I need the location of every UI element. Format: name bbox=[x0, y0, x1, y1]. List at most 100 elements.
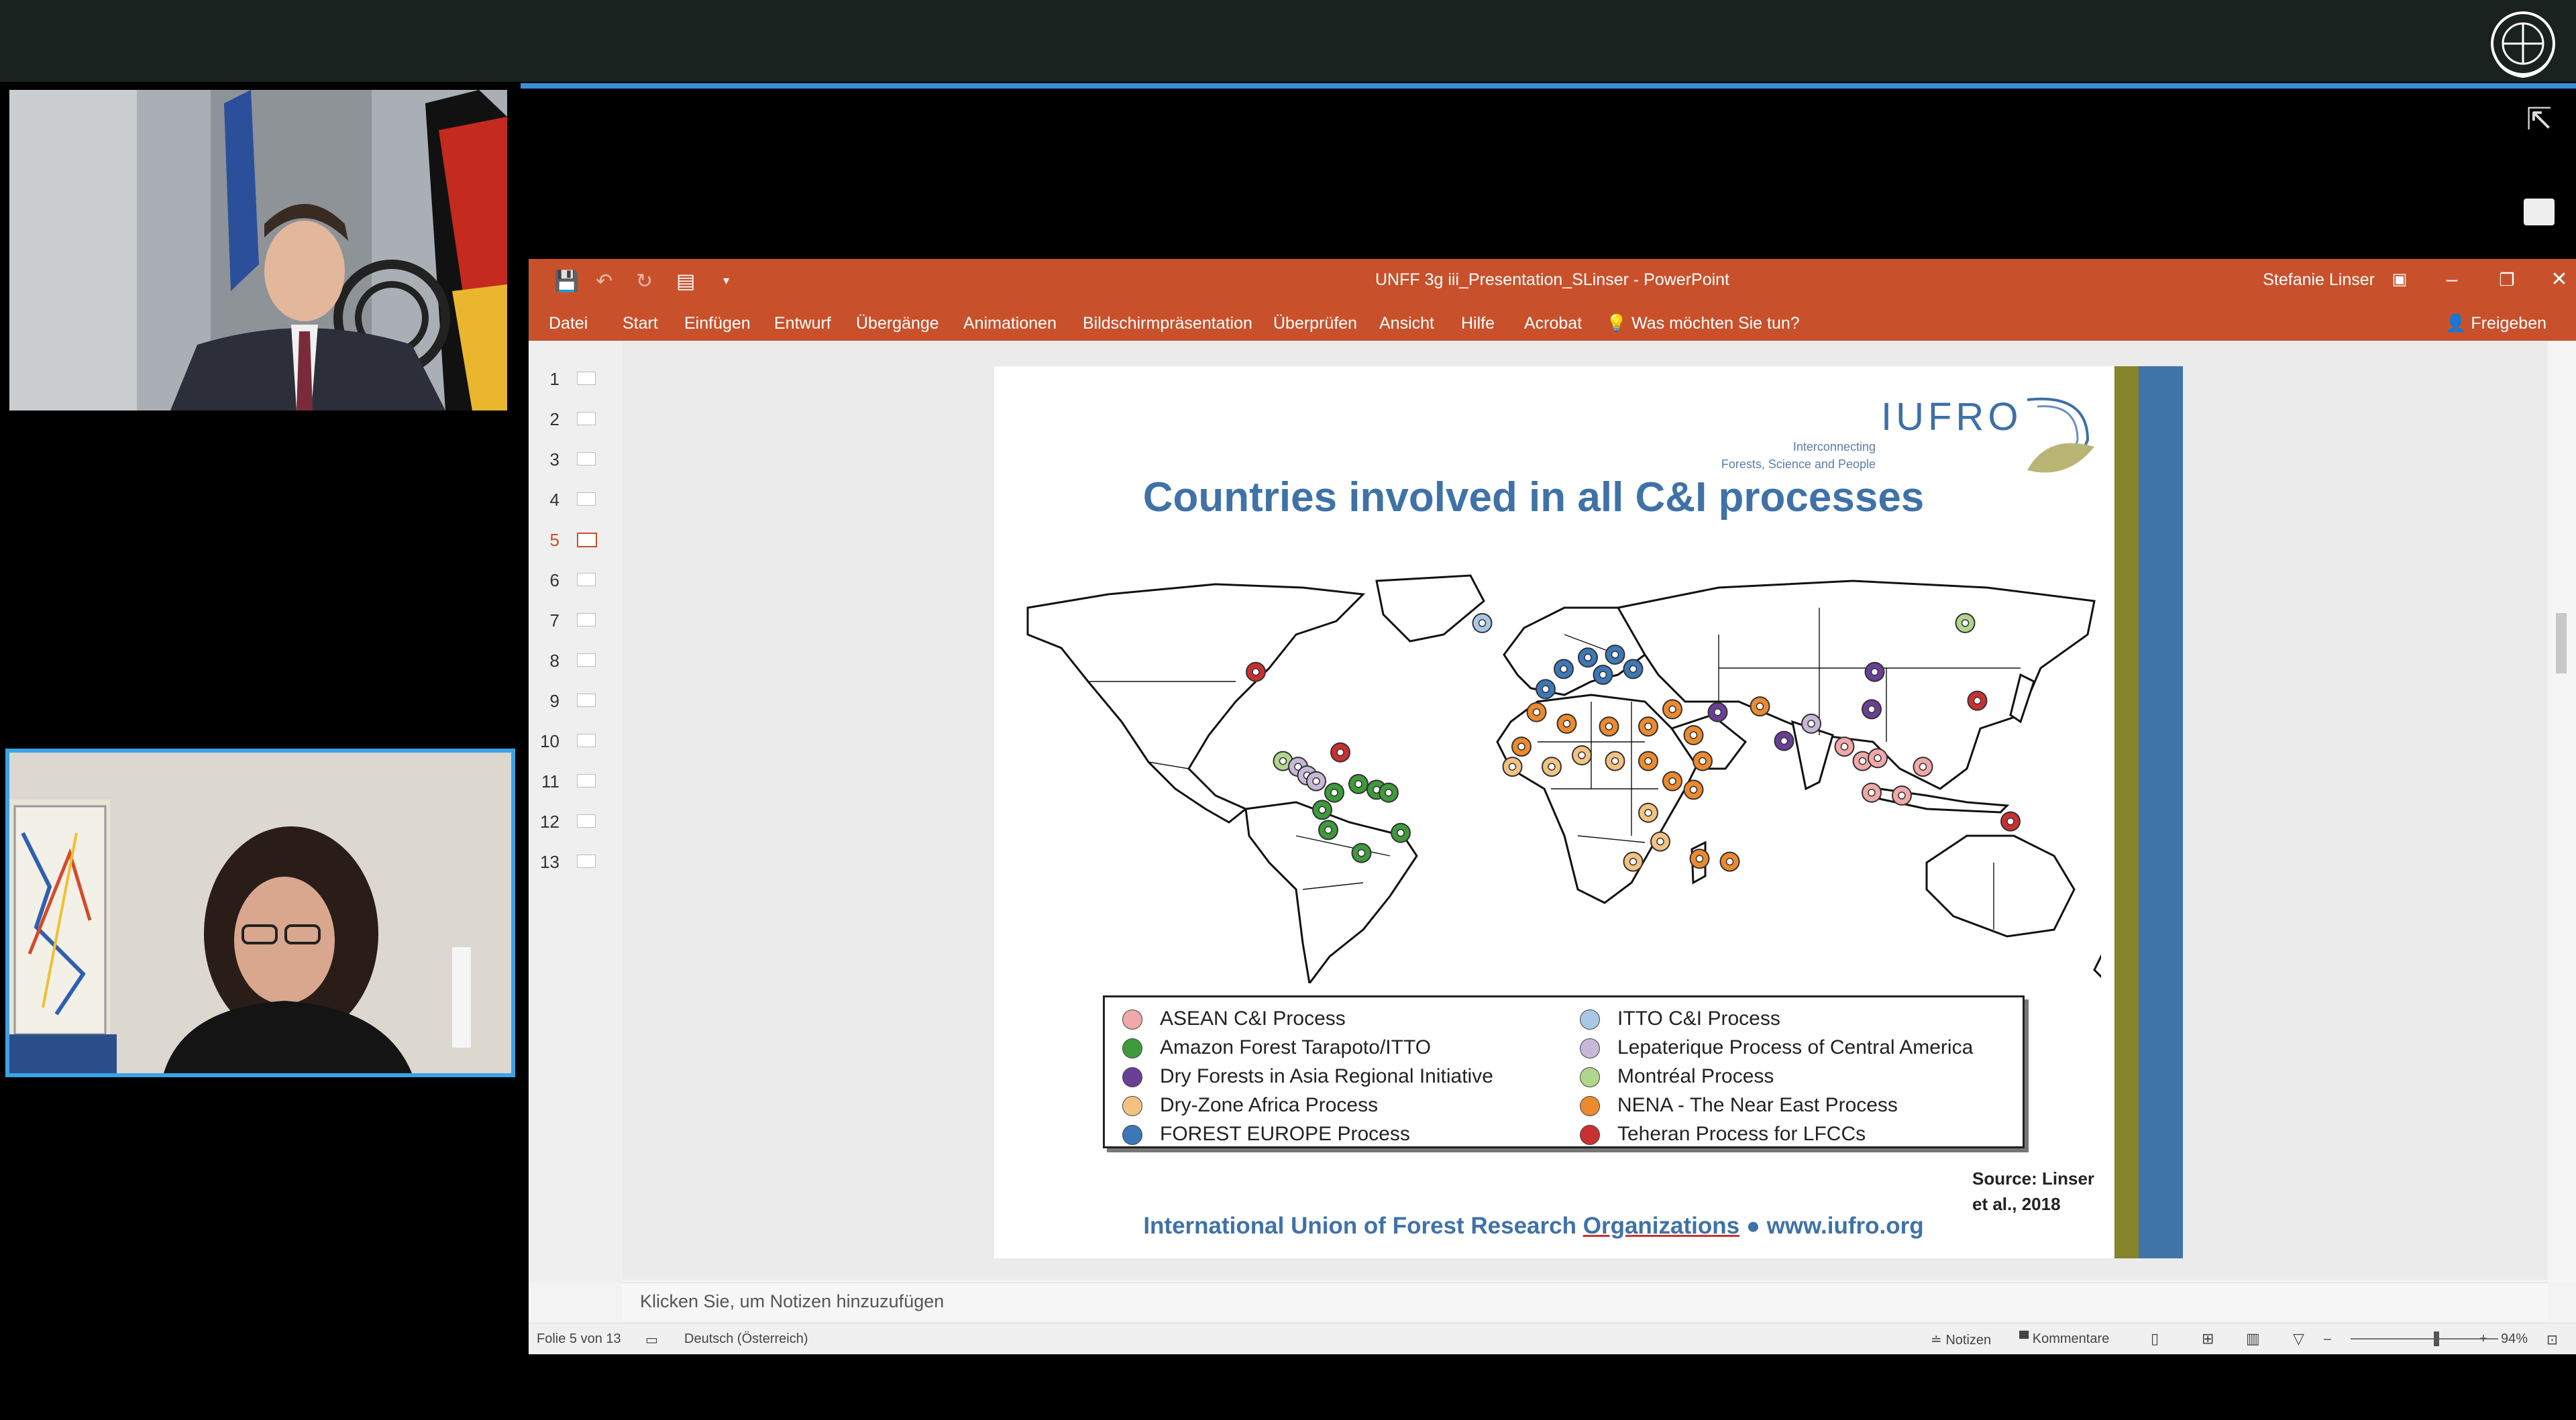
process-marker-center bbox=[1478, 619, 1487, 627]
captions-icon[interactable] bbox=[2524, 199, 2555, 225]
slide-thumbnail-number: 7 bbox=[549, 610, 559, 631]
close-button[interactable]: ✕ bbox=[2542, 266, 2576, 294]
leave-meeting-icon[interactable]: ⇱ bbox=[2522, 102, 2556, 135]
slide-thumbnail-preview bbox=[577, 653, 596, 667]
legend-label: Dry Forests in Asia Regional Initiative bbox=[1160, 1065, 1493, 1087]
slide-footer: International Union of Forest Research O… bbox=[994, 1213, 2073, 1240]
legend-swatch bbox=[1122, 1067, 1142, 1087]
ribbon-tabs: Datei Start Einfügen Entwurf Übergänge A… bbox=[529, 302, 2576, 341]
language-indicator[interactable]: Deutsch (Österreich) bbox=[684, 1331, 808, 1347]
process-marker-center bbox=[1279, 757, 1287, 765]
legend-label: Teheran Process for LFCCs bbox=[1617, 1123, 1866, 1145]
zoom-in-button[interactable]: + bbox=[2479, 1331, 2487, 1347]
slide-thumbnail[interactable]: 11 bbox=[535, 767, 616, 794]
tab-entwurf[interactable]: Entwurf bbox=[774, 314, 831, 333]
reading-view-icon[interactable]: ▥ bbox=[2246, 1330, 2260, 1348]
process-marker-center bbox=[1973, 696, 1982, 705]
process-marker-center bbox=[1599, 671, 1607, 679]
fit-to-window-icon[interactable]: ⊡ bbox=[2546, 1331, 2558, 1348]
slide-thumbnail[interactable]: 9 bbox=[535, 687, 616, 714]
slide-thumbnail[interactable]: 13 bbox=[535, 848, 616, 875]
notes-toggle-label: Notizen bbox=[1945, 1333, 1992, 1348]
slide-title: Countries involved in all C&I processes bbox=[1142, 474, 1925, 521]
tab-hilfe[interactable]: Hilfe bbox=[1461, 314, 1495, 333]
legend-label: Amazon Forest Tarapoto/ITTO bbox=[1160, 1036, 1432, 1058]
tab-acrobat[interactable]: Acrobat bbox=[1524, 314, 1582, 333]
comments-toggle[interactable]: ▀ Kommentare bbox=[2019, 1331, 2109, 1347]
slide-thumbnail-number: 9 bbox=[549, 691, 559, 711]
tab-ueberpruefen[interactable]: Überprüfen bbox=[1273, 314, 1357, 333]
slide-thumbnail-number: 3 bbox=[549, 449, 559, 470]
slide-thumbnail-number: 5 bbox=[549, 530, 559, 550]
process-marker-center bbox=[1629, 857, 1638, 866]
legend-swatch bbox=[1580, 1009, 1600, 1030]
slide-decor-stripe-olive bbox=[2114, 366, 2139, 1258]
participant-video-2 bbox=[5, 749, 515, 1077]
tell-me-search[interactable]: 💡 Was möchten Sie tun? bbox=[1606, 314, 1800, 333]
slide-thumbnail[interactable]: 1 bbox=[535, 365, 616, 392]
legend-label: NENA - The Near East Process bbox=[1617, 1094, 1898, 1116]
slide-thumbnail-preview bbox=[577, 774, 596, 787]
legend-label: FOREST EUROPE Process bbox=[1160, 1123, 1410, 1145]
slide-5[interactable]: IUFRO Interconnecting Forests, Science a… bbox=[994, 366, 2183, 1258]
slide-thumbnail[interactable]: 2 bbox=[535, 405, 616, 432]
slide-thumbnail[interactable]: 7 bbox=[535, 606, 616, 633]
zoom-out-button[interactable]: – bbox=[2324, 1331, 2331, 1347]
process-marker-center bbox=[1961, 619, 1970, 627]
normal-view-icon[interactable]: ▯ bbox=[2151, 1330, 2159, 1348]
person-icon: 👤 bbox=[2445, 314, 2467, 333]
process-marker-center bbox=[1562, 720, 1571, 728]
vertical-scrollbar[interactable] bbox=[2548, 341, 2576, 1282]
zoom-slider-knob[interactable] bbox=[2434, 1331, 2439, 1346]
process-marker-center bbox=[1517, 743, 1525, 751]
slide-thumbnail[interactable]: 6 bbox=[535, 566, 616, 593]
zoom-slider[interactable] bbox=[2351, 1338, 2498, 1340]
notes-placeholder: Klicken Sie, um Notizen hinzuzufügen bbox=[640, 1291, 945, 1311]
slide-thumbnail-number: 10 bbox=[540, 731, 559, 751]
zoom-level[interactable]: 94% bbox=[2501, 1331, 2528, 1347]
legend-swatch bbox=[1122, 1125, 1142, 1145]
slide-thumbnail[interactable]: 10 bbox=[535, 727, 616, 754]
process-marker-center bbox=[1252, 667, 1260, 676]
tagline-line-1: Interconnecting bbox=[1792, 440, 1876, 453]
tab-ansicht[interactable]: Ansicht bbox=[1379, 314, 1434, 333]
tab-bildschirmpraesentation[interactable]: Bildschirmpräsentation bbox=[1083, 314, 1252, 333]
process-marker-center bbox=[1629, 665, 1638, 673]
slide-thumbnail[interactable]: 4 bbox=[535, 486, 616, 512]
slide-sorter-view-icon[interactable]: ⊞ bbox=[2202, 1330, 2214, 1348]
notes-pane[interactable]: Klicken Sie, um Notizen hinzuzufügen bbox=[623, 1282, 2548, 1321]
tab-uebergaenge[interactable]: Übergänge bbox=[856, 314, 939, 333]
tab-datei[interactable]: Datei bbox=[549, 314, 588, 333]
process-marker-center bbox=[1584, 653, 1592, 662]
scrollbar-thumb[interactable] bbox=[2556, 613, 2567, 673]
ribbon-display-options-icon[interactable]: ▣ bbox=[2383, 266, 2416, 294]
legend-label: Lepaterique Process of Central America bbox=[1617, 1036, 1974, 1058]
slide-thumbnail[interactable]: 5 bbox=[535, 526, 616, 553]
tab-start[interactable]: Start bbox=[623, 314, 658, 333]
process-marker-center bbox=[1695, 855, 1704, 863]
iufro-leaf-icon bbox=[2027, 397, 2094, 473]
slide-thumbnail[interactable]: 3 bbox=[535, 445, 616, 472]
process-marker-center bbox=[1397, 828, 1405, 837]
process-marker-center bbox=[1689, 731, 1698, 739]
minimize-button[interactable]: – bbox=[2435, 266, 2469, 294]
slide-thumbnail-preview bbox=[577, 372, 596, 385]
map-legend: ASEAN C&I Process Amazon Forest Tarapoto/… bbox=[1103, 995, 2025, 1148]
spellcheck-icon[interactable]: ▭ bbox=[645, 1331, 658, 1348]
tab-einfuegen[interactable]: Einfügen bbox=[684, 314, 751, 333]
slideshow-view-icon[interactable]: ▽ bbox=[2293, 1330, 2304, 1348]
process-marker-center bbox=[1542, 685, 1550, 694]
user-name[interactable]: Stefanie Linser bbox=[2263, 270, 2375, 290]
restore-button[interactable]: ❐ bbox=[2490, 266, 2524, 294]
share-button[interactable]: 👤 Freigeben bbox=[2445, 314, 2546, 333]
tab-animationen[interactable]: Animationen bbox=[963, 314, 1057, 333]
participant-1-image bbox=[9, 90, 507, 411]
slide-thumbnail[interactable]: 8 bbox=[535, 647, 616, 673]
legend-label: ASEAN C&I Process bbox=[1160, 1007, 1346, 1030]
process-marker-center bbox=[1548, 763, 1556, 771]
slide-thumbnail-number: 2 bbox=[549, 409, 559, 429]
slide-thumbnail[interactable]: 12 bbox=[535, 808, 616, 834]
continents bbox=[1026, 574, 2101, 983]
notes-toggle[interactable]: ≐ Notizen bbox=[1931, 1331, 1991, 1348]
process-marker-center bbox=[1560, 665, 1568, 673]
